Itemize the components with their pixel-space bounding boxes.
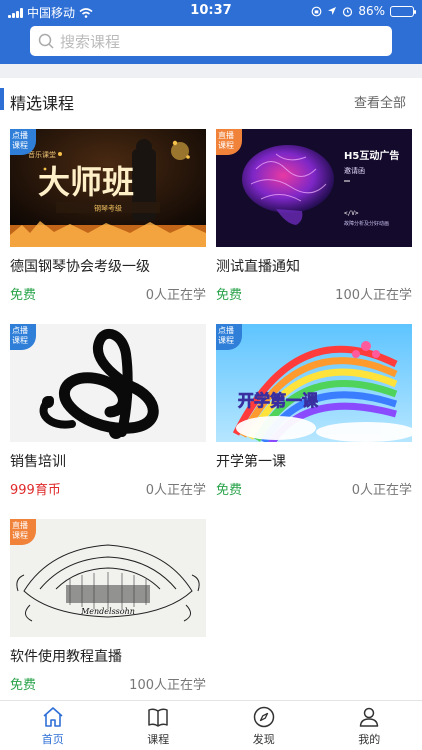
course-price: 免费 bbox=[216, 288, 243, 303]
book-icon bbox=[148, 708, 168, 727]
alarm-icon bbox=[343, 6, 353, 17]
course-price: 999育币 bbox=[10, 483, 61, 498]
thumb-script: Mendelssohn bbox=[80, 607, 135, 616]
badge-line-1: 直播 bbox=[218, 131, 234, 140]
thumb-strip-text: 钢琴考级 bbox=[94, 204, 122, 213]
course-title: 测试直播通知 bbox=[216, 259, 300, 275]
course-card[interactable]: 开学第一课 点播 课程 开学第一课 免费 0人正在学 bbox=[216, 324, 412, 504]
badge-line-1: 点播 bbox=[12, 131, 28, 140]
course-card[interactable]: H5互动广告 邀请函 </V> 故障分析及分好动画 直播 课程 测试直播通知 免费… bbox=[216, 129, 412, 309]
badge-line-2: 课程 bbox=[12, 531, 28, 540]
search-input[interactable]: 搜索课程 bbox=[30, 26, 392, 56]
course-title: 德国钢琴协会考级一级 bbox=[10, 259, 150, 275]
badge-line-2: 课程 bbox=[218, 336, 234, 345]
course-price: 免费 bbox=[10, 288, 37, 303]
course-price: 免费 bbox=[216, 483, 243, 498]
featured-section-header: 精选课程 查看全部 bbox=[0, 82, 422, 116]
tab-courses[interactable]: 课程 bbox=[106, 701, 212, 750]
learner-count: 100人正在学 bbox=[129, 678, 206, 693]
orientation-lock-icon bbox=[311, 6, 322, 16]
thumb-small-text: 音乐课堂 bbox=[28, 150, 56, 159]
learner-count: 0人正在学 bbox=[145, 483, 206, 498]
bottom-tab-bar: 首页 课程 发现 我的 bbox=[0, 700, 422, 750]
badge-line-2: 课程 bbox=[12, 141, 28, 150]
course-title: 软件使用教程直播 bbox=[10, 649, 122, 665]
course-thumbnail: Mendelssohn bbox=[10, 519, 206, 637]
thumb-heading: H5互动广告 bbox=[344, 149, 399, 162]
badge-line-1: 点播 bbox=[218, 326, 234, 335]
learner-count: 100人正在学 bbox=[335, 288, 412, 303]
tab-label: 首页 bbox=[41, 733, 64, 746]
thumb-sub: 邀请函 bbox=[344, 166, 365, 175]
course-price: 免费 bbox=[10, 678, 37, 693]
badge-line-2: 课程 bbox=[12, 336, 28, 345]
course-thumbnail: H5互动广告 邀请函 </V> 故障分析及分好动画 bbox=[216, 129, 412, 247]
app-header: 中国移动 10:37 86% 搜索课程 bbox=[0, 0, 422, 64]
badge-line-1: 点播 bbox=[12, 326, 28, 335]
course-title: 开学第一课 bbox=[216, 454, 286, 470]
battery-percent: 86% bbox=[358, 4, 385, 18]
status-bar: 中国移动 10:37 86% bbox=[0, 0, 422, 22]
learner-count: 0人正在学 bbox=[145, 288, 206, 303]
location-icon bbox=[328, 7, 337, 15]
tab-label: 课程 bbox=[147, 733, 170, 746]
badge-line-2: 课程 bbox=[218, 141, 234, 150]
search-icon bbox=[38, 33, 54, 49]
compass-icon bbox=[253, 706, 274, 728]
badge-line-1: 直播 bbox=[12, 521, 28, 530]
thumb-text: 开学第一课 bbox=[238, 391, 319, 410]
course-card[interactable]: Mendelssohn 直播 课程 软件使用教程直播 免费 100人正在学 bbox=[10, 519, 206, 699]
home-icon bbox=[43, 707, 63, 727]
header-divider bbox=[0, 64, 422, 78]
course-card[interactable]: 大师班 音乐课堂 钢琴考级 点播 课程 德国钢琴协会考级一级 免费 0人正在学 bbox=[10, 129, 206, 309]
search-placeholder: 搜索课程 bbox=[60, 32, 121, 51]
thumb-tag: </V> bbox=[344, 210, 359, 217]
battery-icon bbox=[390, 5, 416, 17]
tab-discover[interactable]: 发现 bbox=[211, 701, 317, 750]
tab-home[interactable]: 首页 bbox=[0, 701, 106, 750]
tab-me[interactable]: 我的 bbox=[317, 701, 422, 750]
course-thumbnail: 开学第一课 bbox=[216, 324, 412, 442]
course-thumbnail bbox=[10, 324, 206, 442]
course-thumbnail: 大师班 音乐课堂 钢琴考级 bbox=[10, 129, 206, 247]
tab-label: 发现 bbox=[252, 733, 275, 746]
thumb-note: 故障分析及分好动画 bbox=[344, 220, 389, 227]
section-accent-bar bbox=[0, 88, 4, 110]
view-all-link[interactable]: 查看全部 bbox=[354, 92, 406, 111]
course-card[interactable]: 点播 课程 销售培训 999育币 0人正在学 bbox=[10, 324, 206, 504]
section-title: 精选课程 bbox=[10, 94, 75, 113]
course-title: 销售培训 bbox=[10, 454, 66, 470]
tab-label: 我的 bbox=[358, 733, 381, 746]
thumb-title-text: 大师班 bbox=[38, 163, 134, 201]
learner-count: 0人正在学 bbox=[351, 483, 412, 498]
user-icon bbox=[360, 707, 379, 727]
